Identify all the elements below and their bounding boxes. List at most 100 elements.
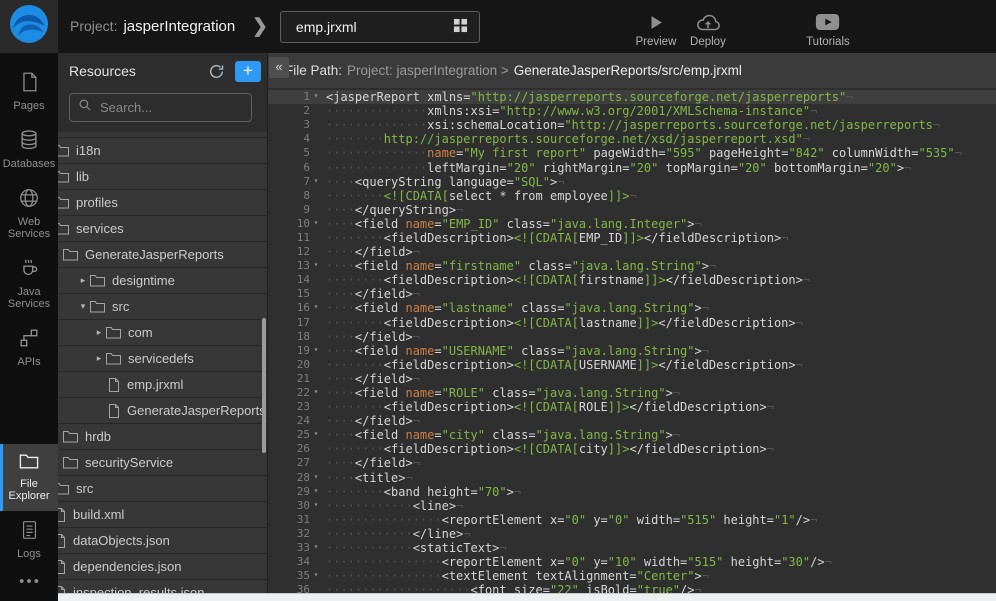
fold-caret-icon[interactable]: ▾	[310, 174, 322, 188]
add-resource-button[interactable]: +	[235, 61, 261, 82]
code-text: ········<fieldDescription><![CDATA[city]…	[322, 442, 774, 456]
code-line: 1▾<jasperReport xmlns="http://jasperrepo…	[268, 90, 996, 104]
fold-caret-icon[interactable]: ▾	[310, 568, 322, 582]
line-number: 27	[297, 456, 310, 470]
code-text: ····<field name="ROLE" class="java.lang.…	[322, 386, 680, 400]
code-editor[interactable]: 1▾<jasperReport xmlns="http://jasperrepo…	[268, 88, 996, 601]
sidebar-item-java-services[interactable]: Java Services	[0, 249, 58, 319]
tree-item-emp-jrxml[interactable]: emp.jrxml	[58, 372, 267, 398]
sidebar-item-label: Web Services	[3, 216, 55, 240]
horizontal-scrollbar[interactable]	[58, 593, 996, 601]
expand-arrow-icon[interactable]: ▸	[76, 275, 90, 286]
fold-caret-icon[interactable]: ▾	[310, 258, 322, 272]
sidebar-item-file-explorer[interactable]: File Explorer	[0, 444, 58, 511]
folder-icon	[58, 222, 69, 235]
gutter: 13▾	[268, 259, 322, 273]
app-logo[interactable]	[0, 0, 58, 53]
code-line: 9····</queryString>¬	[268, 203, 996, 217]
action-label: Preview	[635, 36, 676, 48]
code-text: ··············xsi:schemaLocation="http:/…	[322, 118, 940, 132]
tree-item-services[interactable]: services	[58, 216, 267, 242]
file-selector[interactable]: emp.jrxml	[280, 11, 480, 43]
tree-item-label: servicedefs	[128, 351, 194, 366]
tree-item-src[interactable]: src	[58, 476, 267, 502]
tree-item-lib[interactable]: lib	[58, 164, 267, 190]
sidebar-item-more[interactable]	[0, 569, 58, 601]
fold-caret-icon[interactable]: ▾	[310, 89, 322, 103]
sidebar-item-databases[interactable]: Databases	[0, 121, 58, 179]
sidebar-item-logs[interactable]: Logs	[0, 511, 58, 569]
file-icon	[58, 508, 66, 522]
code-text: ············</line>¬	[322, 527, 471, 541]
expand-arrow-icon[interactable]: ▸	[92, 327, 106, 338]
tree-scrollbar[interactable]	[262, 318, 266, 453]
fold-caret-icon[interactable]: ▾	[310, 216, 322, 230]
tree-item-build-xml[interactable]: build.xml	[58, 502, 267, 528]
code-text: ············<staticText>¬	[322, 541, 507, 555]
fold-caret-icon[interactable]: ▾	[310, 385, 322, 399]
code-line: 19▾····<field name="USERNAME" class="jav…	[268, 344, 996, 358]
fold-caret-icon[interactable]: ▾	[310, 427, 322, 441]
line-number: 8	[303, 189, 310, 203]
expand-arrow-icon[interactable]: ▾	[76, 301, 90, 312]
tree-item-i18n[interactable]: i18n	[58, 138, 267, 164]
code-line: 11········<fieldDescription><![CDATA[EMP…	[268, 231, 996, 245]
fold-caret-icon[interactable]: ▾	[310, 300, 322, 314]
tutorials-button[interactable]: Tutorials	[802, 11, 854, 48]
tree-item-securityservice[interactable]: ▸securityService	[58, 450, 267, 476]
code-line: 32············</line>¬	[268, 527, 996, 541]
line-number: 10	[297, 217, 310, 231]
fold-caret-icon[interactable]: ▾	[310, 498, 322, 512]
gutter: 5	[268, 146, 322, 160]
tree-item-hrdb[interactable]: ▸hrdb	[58, 424, 267, 450]
line-number: 12	[297, 245, 310, 259]
tree-item-label: com	[128, 325, 153, 340]
sidebar-item-label: Java Services	[3, 286, 55, 310]
line-number: 24	[297, 414, 310, 428]
gutter: 15	[268, 287, 322, 301]
tree-item-profiles[interactable]: profiles	[58, 190, 267, 216]
tree-item-dependencies-json[interactable]: dependencies.json	[58, 554, 267, 580]
tree-item-com[interactable]: ▸ com	[58, 320, 267, 346]
code-text: ········<fieldDescription><![CDATA[ROLE]…	[322, 400, 774, 414]
code-line: 17········<fieldDescription><![CDATA[las…	[268, 316, 996, 330]
code-text: ····</queryString>¬	[322, 203, 463, 217]
fold-caret-icon[interactable]: ▾	[310, 470, 322, 484]
sidebar-item-web-services[interactable]: Web Services	[0, 179, 58, 249]
fold-caret-icon[interactable]: ▾	[310, 343, 322, 357]
gutter: 26	[268, 442, 322, 456]
collapse-panel-button[interactable]: «	[269, 57, 289, 78]
page-icon	[20, 71, 39, 100]
code-text: ········<fieldDescription><![CDATA[USERN…	[322, 358, 803, 372]
tree-item-dataobjects-json[interactable]: dataObjects.json	[58, 528, 267, 554]
code-line: 31················<reportElement x="0" y…	[268, 513, 996, 527]
folder-icon	[90, 300, 105, 313]
search-input[interactable]	[98, 99, 243, 116]
tree-item-generatejasperreports[interactable]: ▾GenerateJasperReports	[58, 242, 267, 268]
code-line: 33▾············<staticText>¬	[268, 541, 996, 555]
refresh-button[interactable]	[205, 60, 227, 82]
preview-button[interactable]: Preview	[630, 11, 682, 48]
fold-caret-icon[interactable]: ▾	[310, 540, 322, 554]
topbar-actions: Preview Deploy Tutorials	[630, 5, 854, 48]
expand-arrow-icon[interactable]: ▸	[92, 353, 106, 364]
tree-item-src[interactable]: ▾src	[58, 294, 267, 320]
resources-title: Resources	[69, 63, 205, 79]
fold-caret-icon[interactable]: ▾	[310, 484, 322, 498]
file-icon	[58, 560, 66, 574]
line-number: 33	[297, 541, 310, 555]
resources-panel: Resources + i18nlibprofilesservices▾Gene…	[58, 53, 268, 601]
sidebar-item-apis[interactable]: APIs	[0, 319, 58, 377]
deploy-button[interactable]: Deploy	[682, 11, 734, 48]
chevron-right-icon: ❯	[252, 15, 268, 38]
tree-item-generatejasperreports-s[interactable]: GenerateJasperReports.s	[58, 398, 267, 424]
sidebar-item-pages[interactable]: Pages	[0, 63, 58, 121]
code-text: ········http://jasperreports.sourceforge…	[322, 132, 810, 146]
gutter: 12	[268, 245, 322, 259]
tree-item-label: build.xml	[73, 507, 124, 522]
line-number: 11	[297, 231, 310, 245]
tree-item-servicedefs[interactable]: ▸ servicedefs	[58, 346, 267, 372]
editor-column: File Path: Project: jasperIntegration > …	[268, 53, 996, 601]
code-line: 22▾····<field name="ROLE" class="java.la…	[268, 386, 996, 400]
tree-item-designtime[interactable]: ▸designtime	[58, 268, 267, 294]
